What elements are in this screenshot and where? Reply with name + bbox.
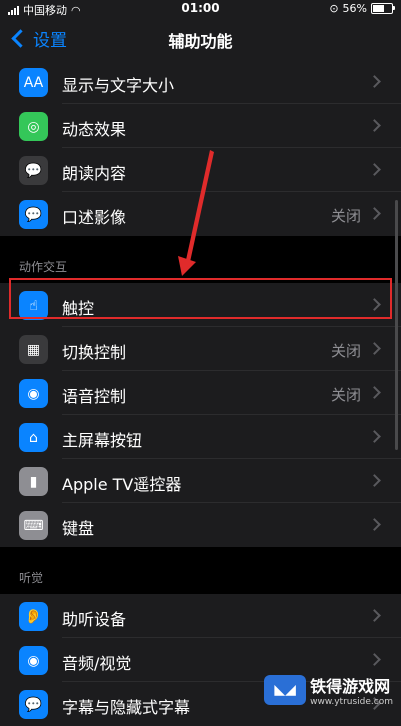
scrollbar[interactable] — [395, 200, 398, 450]
settings-row[interactable]: ▦ 切换控制 关闭 — [0, 327, 401, 371]
chevron-right-icon — [368, 207, 381, 220]
row-label: 口述影像 — [62, 208, 127, 227]
motion-icon: ◎ — [19, 112, 48, 141]
home-button-icon: ⌂ — [19, 423, 48, 452]
chevron-right-icon — [368, 386, 381, 399]
ear-icon: 👂 — [19, 602, 48, 631]
aa-icon: AA — [19, 68, 48, 97]
row-label: 切换控制 — [62, 343, 127, 362]
watermark-logo: ◣◢ — [264, 675, 307, 705]
chevron-right-icon — [368, 474, 381, 487]
speech-bubble-icon: 💬 — [19, 156, 48, 185]
row-value: 关闭 — [330, 386, 361, 404]
keyboard-icon: ⌨ — [19, 511, 48, 540]
subtitles-icon: 💬 — [19, 690, 48, 719]
voice-control-icon: ◉ — [19, 379, 48, 408]
row-label: 主屏幕按钮 — [62, 431, 143, 450]
status-bar: 中国移动 ◠ 01:00 ⊙ 56% — [0, 0, 401, 18]
row-label: 显示与文字大小 — [62, 76, 175, 95]
settings-row[interactable]: AA 显示与文字大小 — [0, 60, 401, 104]
chevron-right-icon — [368, 430, 381, 443]
section-header: 听觉 — [0, 547, 401, 594]
chevron-right-icon — [368, 119, 381, 132]
row-label: 字幕与隐藏式字幕 — [62, 698, 191, 717]
section-header-label: 听觉 — [19, 571, 44, 585]
status-right: ⊙ 56% — [329, 2, 395, 15]
page-title: 辅助功能 — [168, 32, 233, 51]
row-value: 关闭 — [330, 342, 361, 360]
watermark-brand: 铁得游戏网 — [310, 677, 391, 696]
remote-icon: ▮ — [19, 467, 48, 496]
chevron-right-icon — [368, 609, 381, 622]
row-label: Apple TV遥控器 — [62, 475, 182, 494]
chevron-right-icon — [368, 518, 381, 531]
chevron-right-icon — [368, 163, 381, 176]
audio-description-icon: 💬 — [19, 200, 48, 229]
settings-row[interactable]: ☝ 触控 — [0, 283, 401, 327]
row-label: 触控 — [62, 299, 95, 318]
section-header-label: 动作交互 — [19, 260, 68, 274]
chevron-right-icon — [368, 298, 381, 311]
settings-row[interactable]: 💬 口述影像 关闭 — [0, 192, 401, 236]
row-label: 朗读内容 — [62, 164, 127, 183]
row-label: 音频/视觉 — [62, 654, 132, 673]
watermark-url: www.ytruside.com — [310, 697, 393, 707]
settings-list: AA 显示与文字大小 ◎ 动态效果 💬 朗读内容 💬 口述影像 关闭 动作交互 ☝ 触控 ▦ 切换控制 关闭… — [0, 60, 401, 726]
switch-control-icon: ▦ — [19, 335, 48, 364]
row-value: 关闭 — [330, 207, 361, 225]
audio-visual-icon: ◉ — [19, 646, 48, 675]
settings-row[interactable]: ◉ 语音控制 关闭 — [0, 371, 401, 415]
chevron-right-icon — [368, 342, 381, 355]
battery-percent: 56% — [342, 2, 367, 15]
chevron-right-icon — [368, 75, 381, 88]
orientation-lock-icon: ⊙ — [329, 2, 339, 15]
settings-row[interactable]: ⌨ 键盘 — [0, 503, 401, 547]
settings-group: AA 显示与文字大小 ◎ 动态效果 💬 朗读内容 💬 口述影像 关闭 — [0, 60, 401, 236]
settings-group: ☝ 触控 ▦ 切换控制 关闭 ◉ 语音控制 关闭 ⌂ 主屏幕按钮 ▮ Apple TV遥控器 ⌨ 键盘 — [0, 283, 401, 547]
hand-touch-icon: ☝ — [19, 291, 48, 320]
row-label: 动态效果 — [62, 120, 127, 139]
watermark: ◣◢ 铁得游戏网 www.ytruside.com — [264, 673, 393, 707]
row-label: 语音控制 — [62, 387, 127, 406]
settings-row[interactable]: ▮ Apple TV遥控器 — [0, 459, 401, 503]
battery-icon — [371, 3, 395, 14]
row-label: 键盘 — [62, 519, 95, 538]
chevron-right-icon — [368, 653, 381, 666]
settings-row[interactable]: ◎ 动态效果 — [0, 104, 401, 148]
settings-row[interactable]: 👂 助听设备 — [0, 594, 401, 638]
settings-row[interactable]: ⌂ 主屏幕按钮 — [0, 415, 401, 459]
row-label: 助听设备 — [62, 610, 127, 629]
settings-row[interactable]: 💬 朗读内容 — [0, 148, 401, 192]
navigation-bar: 设置 辅助功能 — [0, 18, 401, 60]
section-header: 动作交互 — [0, 236, 401, 283]
